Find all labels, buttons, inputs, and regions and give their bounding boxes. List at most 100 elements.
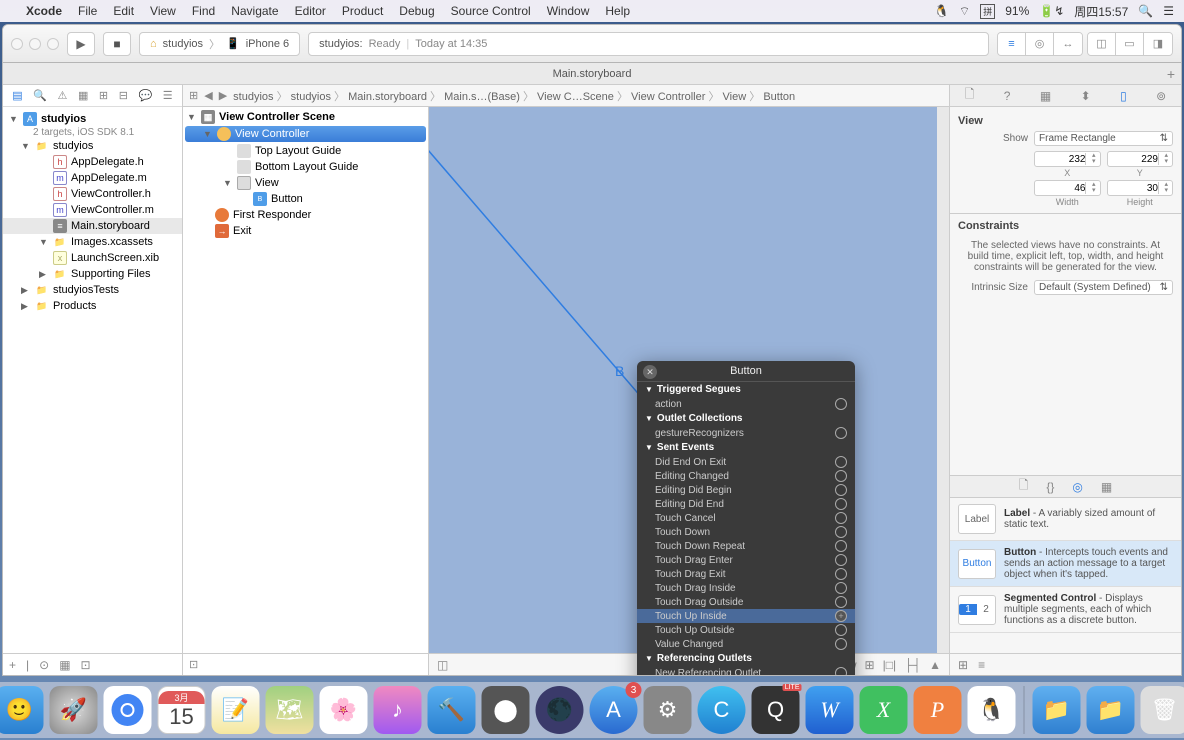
outline-view-controller[interactable]: ▼View Controller (185, 126, 426, 142)
frame-mode-select[interactable]: Frame Rectangle⇅ (1034, 131, 1173, 146)
status-battery-icon[interactable]: 🔋↯ (1039, 4, 1064, 18)
library-item-segmented[interactable]: 12Segmented Control - Displays multiple … (950, 587, 1181, 633)
nav-item-supporting-files[interactable]: ▶📁Supporting Files (3, 266, 182, 282)
dock-eclipse[interactable]: 🌑 (536, 686, 584, 734)
dock-preferences[interactable]: ⚙ (644, 686, 692, 734)
status-spotlight-icon[interactable]: 🔍 (1138, 4, 1153, 18)
dock-documents[interactable]: 📁 (1087, 686, 1135, 734)
jumpbar-seg-4[interactable]: View C…Scene (537, 91, 614, 103)
stop-button[interactable]: ■ (103, 32, 131, 56)
document-outline[interactable]: ▼▦View Controller Scene ▼View Controller… (183, 107, 429, 675)
popover-item-touch-down-repeat[interactable]: Touch Down Repeat (637, 539, 855, 553)
menu-window[interactable]: Window (547, 4, 590, 18)
nav-item-appdelegate-m[interactable]: mAppDelegate.m (3, 170, 182, 186)
menu-file[interactable]: File (78, 4, 97, 18)
y-field[interactable]: ▴▾ (1107, 151, 1174, 167)
popover-item-touch-cancel[interactable]: Touch Cancel (637, 511, 855, 525)
popover-close-button[interactable]: ✕ (643, 365, 657, 379)
dock-wps-x[interactable]: X (860, 686, 908, 734)
outline-exit[interactable]: →Exit (183, 223, 428, 239)
menu-product[interactable]: Product (342, 4, 383, 18)
dock-itunes[interactable]: ♪ (374, 686, 422, 734)
popover-item-value-changed[interactable]: Value Changed (637, 637, 855, 651)
run-button[interactable]: ▶ (67, 32, 95, 56)
popover-item-touch-drag-exit[interactable]: Touch Drag Exit (637, 567, 855, 581)
menu-edit[interactable]: Edit (113, 4, 134, 18)
menu-navigate[interactable]: Navigate (231, 4, 278, 18)
menu-help[interactable]: Help (605, 4, 630, 18)
popover-item-touch-drag-enter[interactable]: Touch Drag Enter (637, 553, 855, 567)
tab-add-button[interactable]: + (1167, 66, 1175, 82)
navigator-selector[interactable]: ▤🔍⚠▦⊞⊟💬☰ (3, 85, 182, 107)
nav-item-studyios[interactable]: ▼📁studyios (3, 138, 182, 154)
jumpbar-seg-6[interactable]: View (723, 91, 747, 103)
window-controls[interactable] (11, 38, 59, 50)
popover-item-did-end-on-exit[interactable]: Did End On Exit (637, 455, 855, 469)
popover-item-editing-did-begin[interactable]: Editing Did Begin (637, 483, 855, 497)
outline-button[interactable]: BButton (183, 191, 428, 207)
nav-item-studyiostests[interactable]: ▶📁studyiosTests (3, 282, 182, 298)
popover-item-touch-drag-inside[interactable]: Touch Drag Inside (637, 581, 855, 595)
dock-qq[interactable]: 🐧 (968, 686, 1016, 734)
height-field[interactable]: ▴▾ (1107, 180, 1174, 196)
popover-item-editing-changed[interactable]: Editing Changed (637, 469, 855, 483)
dock-dashcode[interactable]: ⬤ (482, 686, 530, 734)
popover-item-touch-up-outside[interactable]: Touch Up Outside (637, 623, 855, 637)
dock-calendar[interactable]: 3月15 (158, 686, 206, 734)
popover-item-gesturerecognizers[interactable]: gestureRecognizers (637, 426, 855, 440)
dock-downloads[interactable]: 📁 (1033, 686, 1081, 734)
status-input-icon[interactable]: 拼 (980, 4, 995, 19)
status-clock[interactable]: 周四15:57 (1074, 3, 1128, 20)
nav-item-products[interactable]: ▶📁Products (3, 298, 182, 314)
jumpbar-seg-2[interactable]: Main.storyboard (348, 91, 427, 103)
canvas-button[interactable]: B (615, 363, 624, 379)
dock-xcode[interactable]: 🔨 (428, 686, 476, 734)
tab-title[interactable]: Main.storyboard (553, 68, 632, 80)
dock-notes[interactable]: 📝 (212, 686, 260, 734)
popover-item-touch-down[interactable]: Touch Down (637, 525, 855, 539)
jumpbar-seg-3[interactable]: Main.s…(Base) (444, 91, 520, 103)
app-menu[interactable]: Xcode (26, 4, 62, 18)
status-notifications-icon[interactable]: ☰ (1163, 4, 1174, 18)
editor-mode-segment[interactable]: ≡ ◎ ↔ (997, 32, 1083, 56)
nav-item-appdelegate-h[interactable]: hAppDelegate.h (3, 154, 182, 170)
popover-item-action[interactable]: action (637, 397, 855, 411)
outline-top-layout-guide[interactable]: Top Layout Guide (183, 143, 428, 159)
library-item-button[interactable]: ButtonButton - Intercepts touch events a… (950, 541, 1181, 587)
menu-debug[interactable]: Debug (399, 4, 434, 18)
dock-qqvideo[interactable]: QLITE (752, 686, 800, 734)
jumpbar-seg-5[interactable]: View Controller (631, 91, 705, 103)
dock-trash[interactable]: 🗑 (1141, 686, 1184, 734)
nav-item-images-xcassets[interactable]: ▼📁Images.xcassets (3, 234, 182, 250)
scheme-selector[interactable]: ⌂studyios〉 📱iPhone 6 (139, 32, 300, 56)
dock-photos[interactable]: 🌸 (320, 686, 368, 734)
dock-chrome[interactable] (104, 686, 152, 734)
width-field[interactable]: ▴▾ (1034, 180, 1101, 196)
nav-item-main-storyboard[interactable]: ≡Main.storyboard (3, 218, 182, 234)
panel-toggle-segment[interactable]: ◫ ▭ ◨ (1087, 32, 1173, 56)
outline-bottom-layout-guide[interactable]: Bottom Layout Guide (183, 159, 428, 175)
library-item-label[interactable]: LabelLabel - A variably sized amount of … (950, 498, 1181, 541)
dock-appstore[interactable]: A3 (590, 686, 638, 734)
popover-item-new-referencing-outlet[interactable]: New Referencing Outlet (637, 666, 855, 675)
nav-item-launchscreen-xib[interactable]: xLaunchScreen.xib (3, 250, 182, 266)
outline-view[interactable]: ▼View (183, 175, 428, 191)
menu-view[interactable]: View (150, 4, 176, 18)
dock-wps-p[interactable]: P (914, 686, 962, 734)
x-field[interactable]: ▴▾ (1034, 151, 1101, 167)
nav-item-viewcontroller-h[interactable]: hViewController.h (3, 186, 182, 202)
navigator-filter[interactable]: +|⊙▦⊡ (3, 653, 182, 675)
jumpbar-seg-1[interactable]: studyios (291, 91, 331, 103)
dock-wps-w[interactable]: W (806, 686, 854, 734)
connections-popover[interactable]: ✕ Button ▼Triggered Seguesaction▼Outlet … (637, 361, 855, 675)
menu-source-control[interactable]: Source Control (451, 4, 531, 18)
status-qq-icon[interactable]: 🐧 (934, 4, 949, 18)
dock-maps[interactable]: 🗺 (266, 686, 314, 734)
project-tree[interactable]: ▼Astudyios 2 targets, iOS SDK 8.1 ▼📁stud… (3, 107, 182, 653)
ib-canvas[interactable]: B ◫ w⊞|□|├┤▲ ✕ Button ▼Triggered Seguesa… (429, 107, 949, 675)
status-wifi-icon[interactable]: ⌔ (959, 4, 970, 19)
menu-find[interactable]: Find (192, 4, 215, 18)
nav-item-viewcontroller-m[interactable]: mViewController.m (3, 202, 182, 218)
dock-launchpad[interactable]: 🚀 (50, 686, 98, 734)
popover-item-touch-drag-outside[interactable]: Touch Drag Outside (637, 595, 855, 609)
